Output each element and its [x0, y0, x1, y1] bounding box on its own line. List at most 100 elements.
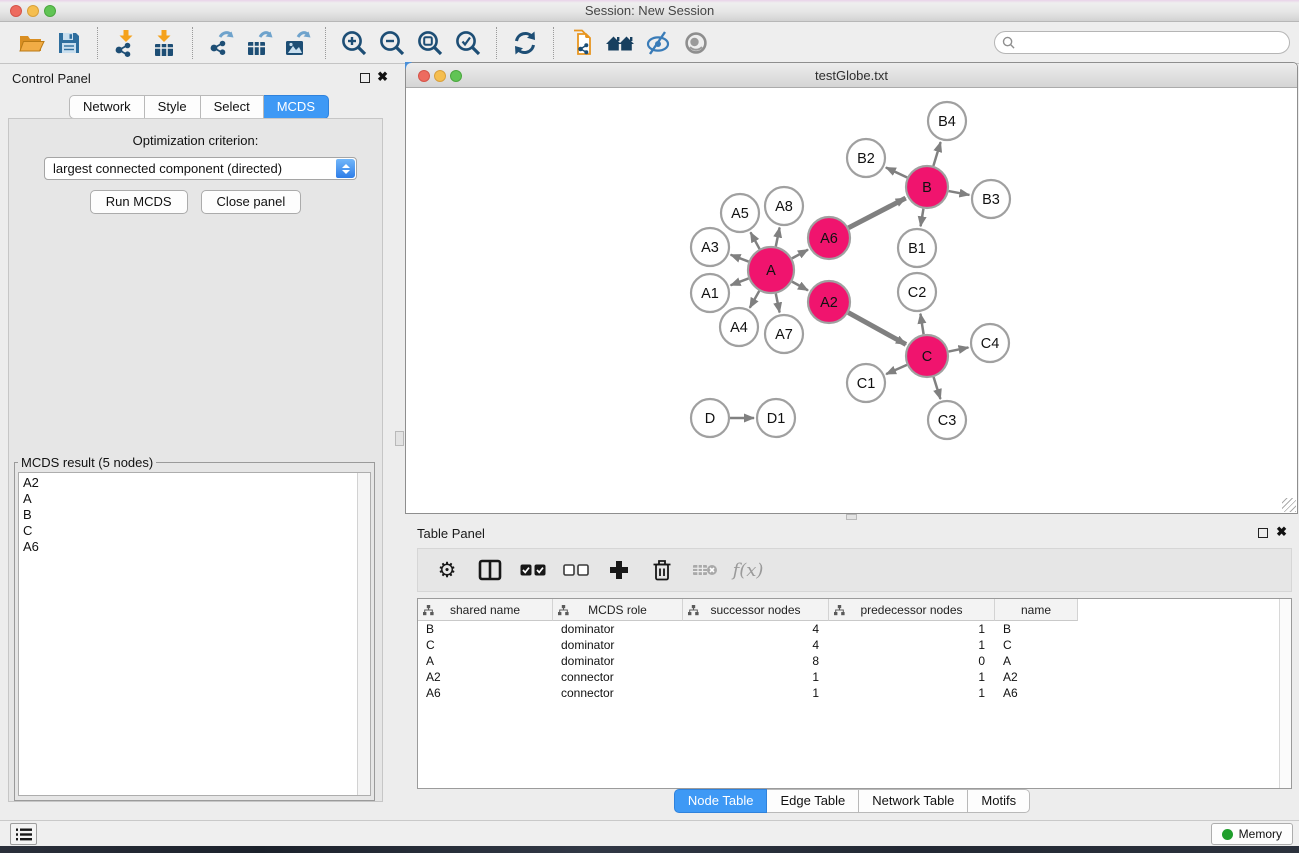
graph-node-A7[interactable]: A7 — [765, 315, 803, 353]
select-all-icon[interactable] — [520, 557, 546, 583]
column-header-mcds-role[interactable]: MCDS role — [553, 599, 683, 621]
graph-node-A4[interactable]: A4 — [720, 308, 758, 346]
mcds-result-item[interactable]: C — [23, 523, 370, 539]
mcds-result-item[interactable]: A6 — [23, 539, 370, 555]
zoom-in-icon[interactable] — [339, 28, 369, 58]
table-cell[interactable]: B — [418, 621, 553, 637]
graph-node-D[interactable]: D — [691, 399, 729, 437]
graph-node-C[interactable]: C — [906, 335, 948, 377]
tab-network-table[interactable]: Network Table — [859, 789, 968, 813]
show-details-icon[interactable] — [681, 28, 711, 58]
run-mcds-button[interactable]: Run MCDS — [90, 190, 188, 214]
memory-button[interactable]: Memory — [1211, 823, 1293, 845]
hide-details-icon[interactable] — [643, 28, 673, 58]
settings-gear-icon[interactable]: ⚙ — [434, 557, 460, 583]
table-row[interactable]: Cdominator41C — [418, 637, 1291, 653]
vertical-divider-handle[interactable] — [395, 431, 404, 446]
graph-edge-A6-B[interactable] — [849, 198, 906, 228]
export-network-icon[interactable] — [206, 28, 236, 58]
graph-node-A3[interactable]: A3 — [691, 228, 729, 266]
export-table-icon[interactable] — [244, 28, 274, 58]
table-cell[interactable]: A — [995, 653, 1078, 669]
table-cell[interactable]: 1 — [829, 637, 995, 653]
table-cell[interactable]: A2 — [418, 669, 553, 685]
mcds-result-item[interactable]: B — [23, 507, 370, 523]
graph-edge-B-B3[interactable] — [949, 191, 970, 195]
graph-edge-A-A1[interactable] — [731, 278, 749, 285]
graph-node-B4[interactable]: B4 — [928, 102, 966, 140]
tab-mcds[interactable]: MCDS — [264, 95, 329, 119]
close-table-panel-icon[interactable]: ✖ — [1276, 524, 1287, 540]
tab-node-table[interactable]: Node Table — [674, 789, 768, 813]
tab-style[interactable]: Style — [145, 95, 201, 119]
graph-node-A8[interactable]: A8 — [765, 187, 803, 225]
graph-node-A1[interactable]: A1 — [691, 274, 729, 312]
graph-node-A5[interactable]: A5 — [721, 194, 759, 232]
table-row[interactable]: A2connector11A2 — [418, 669, 1291, 685]
graph-node-B1[interactable]: B1 — [898, 229, 936, 267]
float-panel-icon[interactable] — [360, 73, 370, 83]
table-cell[interactable]: 8 — [683, 653, 829, 669]
mcds-result-item[interactable]: A — [23, 491, 370, 507]
graph-edge-C-C4[interactable] — [949, 347, 969, 351]
graph-node-A[interactable]: A — [748, 247, 794, 293]
table-row[interactable]: A6connector11A6 — [418, 685, 1291, 701]
graph-edge-A-A5[interactable] — [751, 232, 760, 249]
tab-network[interactable]: Network — [69, 95, 145, 119]
table-cell[interactable]: C — [995, 637, 1078, 653]
graph-edge-A-A6[interactable] — [792, 250, 808, 259]
column-header-shared-name[interactable]: shared name — [418, 599, 553, 621]
float-table-panel-icon[interactable] — [1258, 528, 1268, 538]
criterion-select[interactable]: largest connected component (directed) — [44, 157, 357, 180]
column-header-predecessor-nodes[interactable]: predecessor nodes — [829, 599, 995, 621]
close-panel-icon[interactable]: ✖ — [377, 69, 388, 85]
graph-edge-B-B2[interactable] — [886, 167, 907, 177]
table-cell[interactable]: 1 — [829, 669, 995, 685]
table-row[interactable]: Bdominator41B — [418, 621, 1291, 637]
graph-edge-A-A2[interactable] — [792, 282, 808, 291]
zoom-selected-icon[interactable] — [453, 28, 483, 58]
zoom-out-icon[interactable] — [377, 28, 407, 58]
graph-edge-A-A3[interactable] — [731, 255, 749, 262]
graph-node-C3[interactable]: C3 — [928, 401, 966, 439]
graph-node-A6[interactable]: A6 — [808, 217, 850, 259]
save-icon[interactable] — [54, 28, 84, 58]
graph-edge-A-A8[interactable] — [776, 228, 780, 247]
table-scrollbar[interactable] — [1279, 599, 1291, 788]
delete-table-icon[interactable] — [692, 557, 718, 583]
graph-node-C1[interactable]: C1 — [847, 364, 885, 402]
import-table-icon[interactable] — [149, 28, 179, 58]
table-cell[interactable]: A2 — [995, 669, 1078, 685]
table-cell[interactable]: 1 — [829, 685, 995, 701]
open-file-icon[interactable] — [16, 28, 46, 58]
tab-select[interactable]: Select — [201, 95, 264, 119]
home-icon[interactable] — [605, 28, 635, 58]
delete-column-icon[interactable] — [649, 557, 675, 583]
table-cell[interactable]: connector — [553, 685, 683, 701]
function-builder-icon[interactable]: f(x) — [735, 557, 761, 583]
table-cell[interactable]: 4 — [683, 621, 829, 637]
graph-node-A2[interactable]: A2 — [808, 281, 850, 323]
graph-edge-C-C2[interactable] — [920, 314, 923, 335]
graph-edge-C-C1[interactable] — [886, 365, 907, 374]
table-cell[interactable]: A6 — [995, 685, 1078, 701]
close-panel-button[interactable]: Close panel — [201, 190, 302, 214]
table-cell[interactable]: connector — [553, 669, 683, 685]
create-column-icon[interactable] — [606, 557, 632, 583]
graph-edge-C-C3[interactable] — [934, 377, 941, 399]
refresh-icon[interactable] — [510, 28, 540, 58]
tab-motifs[interactable]: Motifs — [968, 789, 1030, 813]
table-cell[interactable]: 1 — [683, 669, 829, 685]
tab-edge-table[interactable]: Edge Table — [767, 789, 859, 813]
task-history-button[interactable] — [10, 823, 37, 845]
mcds-result-item[interactable]: A2 — [23, 475, 370, 491]
graph-edge-B-B4[interactable] — [933, 142, 940, 166]
table-cell[interactable]: 1 — [683, 685, 829, 701]
table-cell[interactable]: B — [995, 621, 1078, 637]
table-cell[interactable]: dominator — [553, 653, 683, 669]
graph-edge-A-A4[interactable] — [750, 291, 759, 308]
graph-node-D1[interactable]: D1 — [757, 399, 795, 437]
table-cell[interactable]: C — [418, 637, 553, 653]
graph-node-C4[interactable]: C4 — [971, 324, 1009, 362]
table-cell[interactable]: 1 — [829, 621, 995, 637]
